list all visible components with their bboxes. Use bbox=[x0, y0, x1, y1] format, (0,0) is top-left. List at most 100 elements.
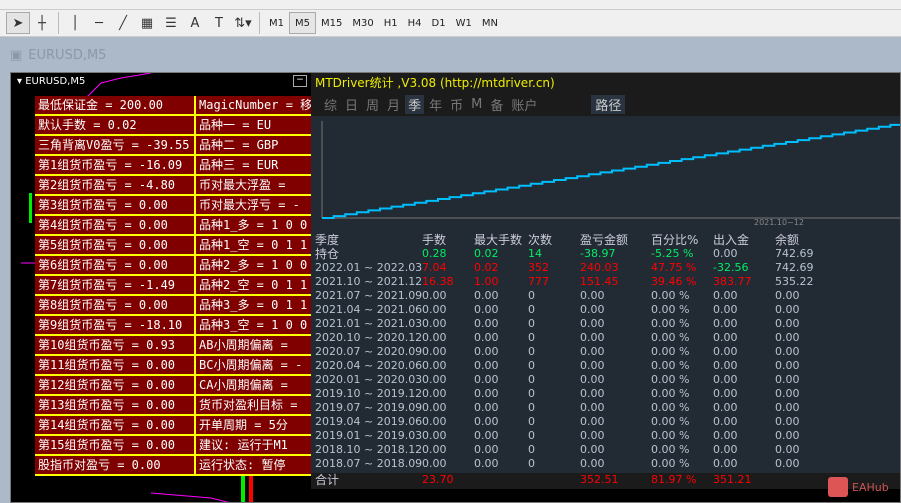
table-row: 2021.10 ~ 2021.12 16.38 1.00 777 151.45 39.46… bbox=[311, 275, 900, 289]
cursor-icon[interactable]: ➤ bbox=[6, 12, 30, 34]
tab-5[interactable]: 年 bbox=[426, 95, 445, 114]
table-cell: 0 bbox=[528, 317, 535, 330]
table-cell: 0.00 bbox=[422, 443, 447, 456]
table-cell: 2021.04 ~ 2021.06 bbox=[315, 303, 423, 316]
total-row: 合计 23.70 352.51 81.97 % 351.21 bbox=[311, 473, 900, 489]
table-cell: 0.00 bbox=[713, 345, 738, 358]
label-icon[interactable]: T bbox=[207, 12, 231, 34]
table-cell: 0.28 bbox=[422, 247, 447, 260]
window-title: ▣ EURUSD,M5 bbox=[10, 48, 107, 63]
table-cell: 0.00 bbox=[580, 415, 605, 428]
table-cell: 0.00 bbox=[580, 443, 605, 456]
table-cell: 0.00 bbox=[580, 429, 605, 442]
table-cell: 0.00 bbox=[474, 303, 499, 316]
table-cell: 2020.10 ~ 2020.12 bbox=[315, 331, 423, 344]
table-cell: 0.00 bbox=[580, 373, 605, 386]
tab-0[interactable]: 综 bbox=[321, 95, 340, 114]
table-cell: 0.00 bbox=[775, 387, 800, 400]
timeframe-m1[interactable]: M1 bbox=[264, 12, 289, 34]
table-cell: 0.00 bbox=[713, 247, 738, 260]
table-cell: 0.00 bbox=[775, 289, 800, 302]
panel-left-cell: 第14组货币盈亏 = 0.00 bbox=[35, 416, 194, 434]
table-cell: 0.00 bbox=[775, 429, 800, 442]
table-row: 2021.04 ~ 2021.06 0.00 0.00 0 0.00 0.00 % 0.00… bbox=[311, 303, 900, 317]
panel-left-cell: 第11组货币盈亏 = 0.00 bbox=[35, 356, 194, 374]
tab-1[interactable]: 日 bbox=[342, 95, 361, 114]
column-header: 盈亏金额 bbox=[580, 233, 629, 247]
table-cell: 0.00 % bbox=[651, 415, 690, 428]
tab-9[interactable]: 账户 bbox=[508, 95, 540, 114]
timeframe-m30[interactable]: M30 bbox=[347, 12, 378, 34]
timeframe-m15[interactable]: M15 bbox=[316, 12, 347, 34]
table-cell: 0.00 bbox=[713, 359, 738, 372]
crosshair-icon[interactable]: ┼ bbox=[30, 12, 54, 34]
table-cell: 0.00 bbox=[422, 415, 447, 428]
total-cell: 合计 bbox=[315, 473, 340, 487]
table-cell: 0.00 bbox=[775, 359, 800, 372]
divider bbox=[58, 12, 59, 34]
table-cell: 0.00 % bbox=[651, 401, 690, 414]
table-cell: 0.00 bbox=[474, 345, 499, 358]
total-cell: 351.21 bbox=[713, 473, 752, 486]
table-cell: 0.00 bbox=[422, 317, 447, 330]
table-cell: 0.00 bbox=[422, 401, 447, 414]
table-cell: 0.00 bbox=[580, 359, 605, 372]
panel-minimize-button[interactable]: − bbox=[293, 75, 307, 87]
timeframe-mn[interactable]: MN bbox=[477, 12, 503, 34]
table-cell: 47.75 % bbox=[651, 261, 697, 274]
text-icon[interactable]: A bbox=[183, 12, 207, 34]
panel-left-cell: 股指币对盈亏 = 0.00 bbox=[35, 456, 194, 474]
tab-4[interactable]: 季 bbox=[405, 95, 425, 114]
table-cell: -5.25 % bbox=[651, 247, 694, 260]
panel-left-cell: 第13组货币盈亏 = 0.00 bbox=[35, 396, 194, 414]
vertical-line-icon[interactable]: │ bbox=[63, 12, 87, 34]
table-row: 2020.04 ~ 2020.06 0.00 0.00 0 0.00 0.00 % 0.00… bbox=[311, 359, 900, 373]
tab-3[interactable]: 月 bbox=[384, 95, 403, 114]
table-cell: 0.00 bbox=[713, 387, 738, 400]
table-cell: 777 bbox=[528, 275, 549, 288]
table-cell: 0 bbox=[528, 303, 535, 316]
arrows-icon[interactable]: ⇅▾ bbox=[231, 12, 255, 34]
horizontal-line-icon[interactable]: ─ bbox=[87, 12, 111, 34]
timeframe-m5[interactable]: M5 bbox=[289, 12, 316, 34]
table-row: 2020.07 ~ 2020.09 0.00 0.00 0 0.00 0.00 % 0.00… bbox=[311, 345, 900, 359]
timeframe-bar: M1 M5 M15 M30 H1 H4 D1 W1 MN bbox=[264, 12, 503, 34]
table-cell: 0.00 bbox=[580, 387, 605, 400]
tab-2[interactable]: 周 bbox=[363, 95, 382, 114]
table-cell: 0.00 bbox=[713, 373, 738, 386]
fibonacci-icon[interactable]: ☰ bbox=[159, 12, 183, 34]
tab-path[interactable]: 路径 bbox=[591, 95, 626, 114]
table-cell: 0.00 bbox=[713, 443, 738, 456]
tab-8[interactable]: 备 bbox=[487, 95, 506, 114]
trendline-icon[interactable]: ╱ bbox=[111, 12, 135, 34]
drawing-toolbar: ➤ ┼ │ ─ ╱ ▦ ☰ A T ⇅▾ M1 M5 M15 M30 H1 H4 D1 W1 M… bbox=[0, 10, 901, 37]
table-row: 2019.10 ~ 2019.12 0.00 0.00 0 0.00 0.00 % 0.00… bbox=[311, 387, 900, 401]
table-cell: 0.00 bbox=[713, 289, 738, 302]
timeframe-w1[interactable]: W1 bbox=[451, 12, 477, 34]
timeframe-h1[interactable]: H1 bbox=[379, 12, 403, 34]
table-cell: 2018.07 ~ 2018.09 bbox=[315, 457, 423, 470]
table-cell: 0.00 bbox=[422, 387, 447, 400]
table-row: 2019.07 ~ 2019.09 0.00 0.00 0 0.00 0.00 % 0.00… bbox=[311, 401, 900, 415]
table-cell: 0 bbox=[528, 373, 535, 386]
table-cell: 0.00 bbox=[713, 457, 738, 470]
table-cell: 0.00 bbox=[422, 289, 447, 302]
table-cell: 7.04 bbox=[422, 261, 447, 274]
chart-area[interactable]: ▾ EURUSD,M5 − 最低保证金 = 200.00 MagicNumber … bbox=[10, 72, 901, 503]
column-header: 百分比% bbox=[651, 233, 699, 247]
tab-7[interactable]: M bbox=[468, 97, 485, 112]
table-cell: 0.00 bbox=[422, 359, 447, 372]
timeframe-h4[interactable]: H4 bbox=[403, 12, 427, 34]
timeframe-d1[interactable]: D1 bbox=[427, 12, 451, 34]
table-row: 2021.01 ~ 2021.03 0.00 0.00 0 0.00 0.00 % 0.00… bbox=[311, 317, 900, 331]
panel-left-cell: 三角背离V0盈亏 = -39.55 bbox=[35, 136, 194, 154]
column-header: 季度 bbox=[315, 233, 340, 247]
table-cell: 0.00 bbox=[580, 331, 605, 344]
table-cell: 0.00 % bbox=[651, 331, 690, 344]
table-cell: 0 bbox=[528, 429, 535, 442]
table-row: 2019.01 ~ 2019.03 0.00 0.00 0 0.00 0.00 % 0.00… bbox=[311, 429, 900, 443]
table-cell: 2018.10 ~ 2018.12 bbox=[315, 443, 423, 456]
tab-6[interactable]: 币 bbox=[447, 95, 466, 114]
table-cell: 2021.01 ~ 2021.03 bbox=[315, 317, 423, 330]
channel-icon[interactable]: ▦ bbox=[135, 12, 159, 34]
